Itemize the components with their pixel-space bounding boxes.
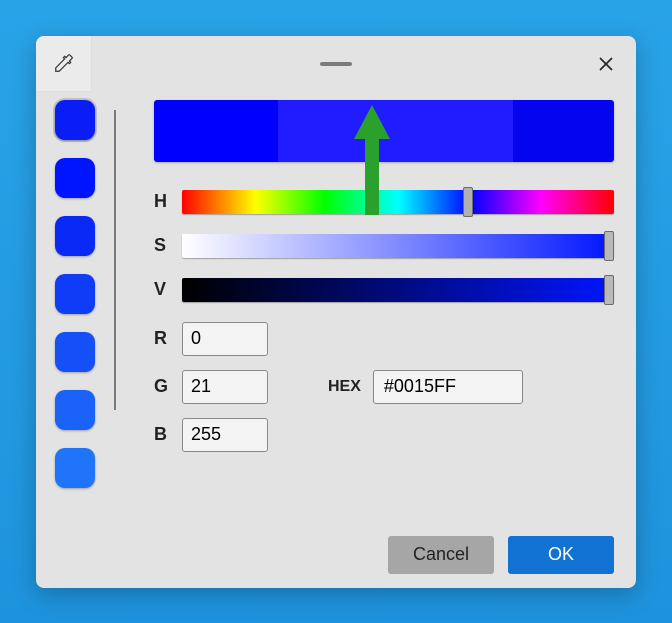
hex-label: HEX xyxy=(328,378,361,396)
saturation-label: S xyxy=(154,235,168,256)
hex-input[interactable] xyxy=(373,370,523,404)
swatch-item[interactable] xyxy=(55,274,95,314)
eyedropper-icon xyxy=(53,52,75,74)
swatch-item[interactable] xyxy=(55,158,95,198)
saturation-thumb[interactable] xyxy=(604,231,614,261)
titlebar xyxy=(36,36,636,92)
eyedropper-button[interactable] xyxy=(36,36,92,92)
saturation-slider[interactable] xyxy=(182,234,614,258)
hue-label: H xyxy=(154,191,168,212)
color-picker-dialog: H S V R xyxy=(36,36,636,588)
close-button[interactable] xyxy=(594,52,618,76)
g-label: G xyxy=(154,376,168,397)
value-label: V xyxy=(154,279,168,300)
swatch-item[interactable] xyxy=(55,390,95,430)
hue-thumb[interactable] xyxy=(463,187,473,217)
r-input[interactable] xyxy=(182,322,268,356)
hue-slider[interactable] xyxy=(182,190,614,214)
color-preview xyxy=(154,100,614,162)
swatch-column xyxy=(36,92,114,588)
ok-button[interactable]: OK xyxy=(508,536,614,574)
swatch-item[interactable] xyxy=(55,216,95,256)
swatch-item[interactable] xyxy=(55,332,95,372)
value-slider[interactable] xyxy=(182,278,614,302)
swatch-item[interactable] xyxy=(55,448,95,488)
b-input[interactable] xyxy=(182,418,268,452)
b-label: B xyxy=(154,424,168,445)
swatch-item[interactable] xyxy=(55,100,95,140)
g-input[interactable] xyxy=(182,370,268,404)
close-icon xyxy=(598,56,614,72)
cancel-button[interactable]: Cancel xyxy=(388,536,494,574)
value-thumb[interactable] xyxy=(604,275,614,305)
drag-handle[interactable] xyxy=(320,62,352,66)
r-label: R xyxy=(154,328,168,349)
